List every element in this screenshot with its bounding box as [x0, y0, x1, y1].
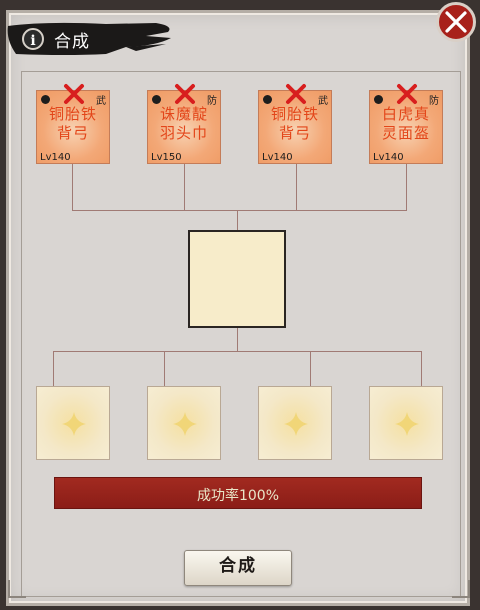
quality-dot-icon — [263, 95, 272, 104]
equipment-slot-2[interactable]: 防 诛魔靛 羽头巾 Lv150 — [147, 84, 221, 164]
success-rate-text: 成功率100% — [196, 488, 280, 504]
equip-name: 白虎真 灵面盔 — [381, 105, 430, 142]
material-slot-2[interactable] — [147, 386, 221, 460]
material-slot-4[interactable] — [369, 386, 443, 460]
equip-level: Lv140 — [262, 152, 293, 163]
equipment-slot-3[interactable]: 武 铜胎铁 背弓 Lv140 — [258, 84, 332, 164]
connector-line — [406, 164, 407, 211]
equip-level: Lv140 — [373, 152, 404, 163]
window-title: 合成 — [54, 32, 90, 52]
result-slot[interactable] — [188, 230, 286, 328]
connector-line — [72, 164, 73, 211]
equip-name: 铜胎铁 背弓 — [48, 105, 97, 142]
corner-ornament — [8, 580, 26, 598]
corner-ornament — [452, 580, 470, 598]
equip-name: 诛魔靛 羽头巾 — [159, 105, 208, 142]
connector-line — [53, 351, 421, 352]
sparkle-placeholder-icon — [62, 412, 86, 436]
material-slot-1[interactable] — [36, 386, 110, 460]
equip-level: Lv150 — [151, 152, 182, 163]
connector-line — [237, 328, 238, 351]
connector-line — [72, 210, 407, 211]
equipment-slot-4[interactable]: 防 白虎真 灵面盔 Lv140 — [369, 84, 443, 164]
sparkle-placeholder-icon — [395, 412, 419, 436]
connector-line — [237, 210, 238, 230]
quality-dot-icon — [41, 95, 50, 104]
title-bar: i 合成 — [6, 20, 176, 58]
close-button[interactable] — [436, 2, 476, 42]
success-rate-bar: 成功率100% — [54, 477, 422, 509]
connector-line — [296, 164, 297, 211]
red-x-mark-icon — [175, 84, 195, 104]
connector-line — [53, 351, 54, 386]
red-x-mark-icon — [397, 84, 417, 104]
quality-dot-icon — [152, 95, 161, 104]
red-x-mark-icon — [64, 84, 84, 104]
equip-name: 铜胎铁 背弓 — [270, 105, 319, 142]
sparkle-placeholder-icon — [173, 412, 197, 436]
quality-dot-icon — [374, 95, 383, 104]
connector-line — [421, 351, 422, 386]
material-slot-3[interactable] — [258, 386, 332, 460]
connector-line — [310, 351, 311, 386]
red-x-mark-icon — [286, 84, 306, 104]
info-icon[interactable]: i — [22, 28, 44, 50]
compose-button[interactable]: 合成 — [184, 550, 292, 586]
connector-line — [184, 164, 185, 211]
equip-level: Lv140 — [40, 152, 71, 163]
equipment-slot-1[interactable]: 武 铜胎铁 背弓 Lv140 — [36, 84, 110, 164]
connector-line — [164, 351, 165, 386]
close-x-icon — [445, 11, 467, 33]
sparkle-placeholder-icon — [284, 412, 308, 436]
